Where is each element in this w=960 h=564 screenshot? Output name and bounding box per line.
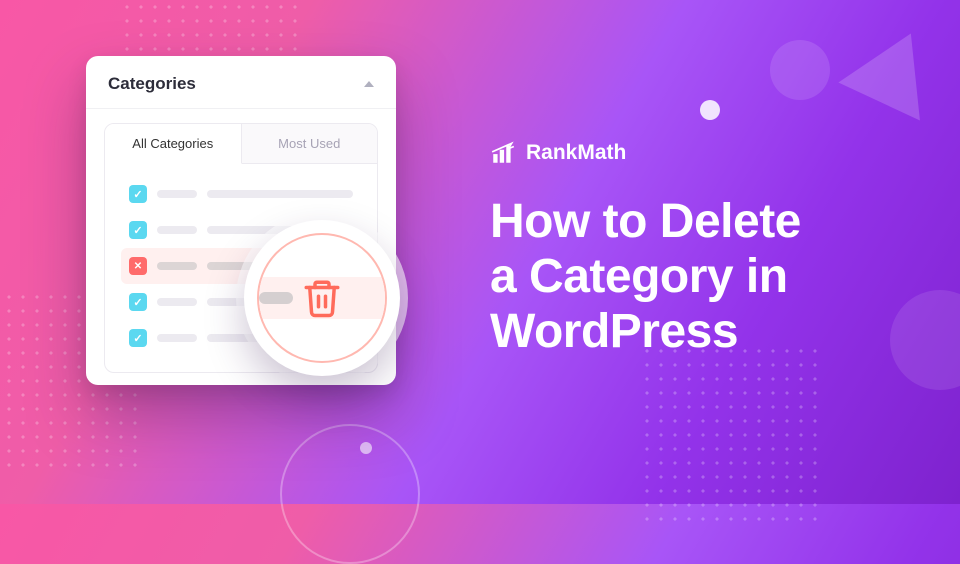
placeholder-bar [157,298,197,306]
content-right: RankMath How to Delete a Category in Wor… [490,140,801,360]
placeholder-bar [207,190,353,198]
checkbox-checked-icon[interactable] [129,221,147,239]
zoom-inner [257,233,387,363]
checkbox-checked-icon[interactable] [129,293,147,311]
brand-name: RankMath [526,141,626,165]
headline-line: a Category in [490,249,801,304]
placeholder-bar [259,292,293,304]
headline: How to Delete a Category in WordPress [490,194,801,360]
rankmath-logo-icon [490,140,516,166]
checkbox-checked-icon[interactable] [129,329,147,347]
decorative-circle [890,290,960,390]
checkbox-delete-icon[interactable] [129,257,147,275]
tab-all-categories[interactable]: All Categories [105,124,242,164]
decorative-circle [360,442,372,454]
placeholder-bar [157,190,197,198]
headline-line: How to Delete [490,194,801,249]
panel-title: Categories [108,74,196,94]
list-item[interactable] [121,176,361,212]
decorative-circle [770,40,830,100]
placeholder-bar [157,334,197,342]
tab-most-used[interactable]: Most Used [242,124,378,164]
placeholder-bar [157,226,197,234]
headline-line: WordPress [490,304,801,359]
trash-icon [301,277,343,319]
zoom-lens [244,220,400,376]
decorative-circle [700,100,720,120]
brand: RankMath [490,140,801,166]
caret-up-icon [364,81,374,87]
placeholder-bar [157,262,197,270]
decorative-circle [280,424,420,564]
checkbox-checked-icon[interactable] [129,185,147,203]
decorative-arrow [838,14,951,120]
decorative-dots [640,344,820,524]
tab-bar: All Categories Most Used [105,124,377,164]
panel-header[interactable]: Categories [86,56,396,109]
